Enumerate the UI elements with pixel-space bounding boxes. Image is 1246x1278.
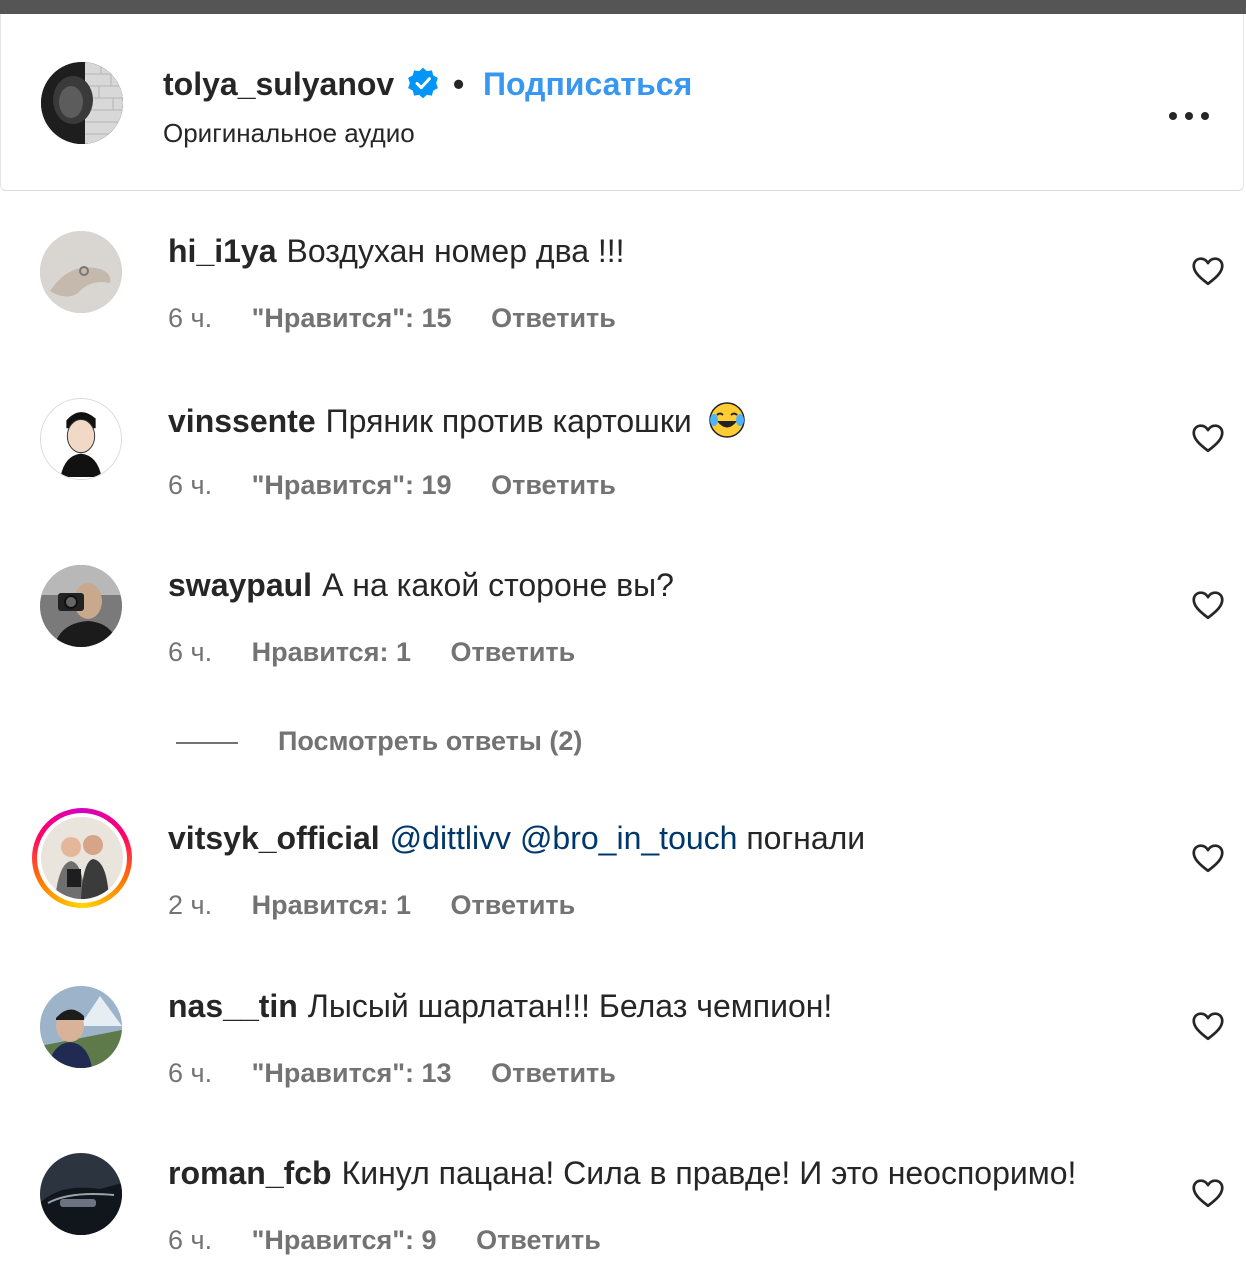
- comment-likes[interactable]: Нравится: 1: [252, 890, 411, 921]
- comment-time[interactable]: 6 ч.: [168, 1058, 212, 1089]
- reply-button[interactable]: Ответить: [491, 303, 616, 334]
- comment-item: nas__tin Лысый шарлатан!!! Белаз чемпион!…: [0, 986, 1246, 1136]
- owner-avatar[interactable]: [41, 62, 123, 144]
- comment-text: погнали: [746, 820, 866, 856]
- comment-likes[interactable]: "Нравится": 15: [252, 303, 452, 334]
- comment-time[interactable]: 6 ч.: [168, 303, 212, 334]
- post-header: tolya_sulyanov • Подписаться Оригинально…: [0, 14, 1244, 191]
- commenter-avatar[interactable]: [40, 565, 122, 647]
- view-replies-label: Посмотреть ответы (2): [278, 726, 583, 756]
- comment-likes[interactable]: "Нравится": 19: [252, 470, 452, 501]
- comment-username[interactable]: vitsyk_official: [168, 820, 380, 856]
- reply-button[interactable]: Ответить: [450, 637, 575, 668]
- reply-button[interactable]: Ответить: [491, 1058, 616, 1089]
- replies-divider: [176, 742, 238, 744]
- more-options-icon[interactable]: [1165, 92, 1213, 140]
- comment-likes[interactable]: "Нравится": 9: [252, 1225, 437, 1256]
- owner-username[interactable]: tolya_sulyanov: [163, 66, 394, 103]
- comment-time[interactable]: 6 ч.: [168, 637, 212, 668]
- comment-item: vitsyk_official @dittlivv @bro_in_touch п…: [0, 808, 1246, 968]
- commenter-avatar[interactable]: [40, 1153, 122, 1235]
- heart-icon[interactable]: [1190, 420, 1226, 456]
- comment-text: Лысый шарлатан!!! Белаз чемпион!: [307, 988, 833, 1024]
- mention-link[interactable]: @bro_in_touch: [520, 820, 738, 856]
- separator-dot: •: [453, 66, 465, 102]
- mention-link[interactable]: @dittlivv: [390, 820, 511, 856]
- commenter-avatar-story-ring[interactable]: [32, 808, 132, 908]
- window-top-bar: [0, 0, 1246, 14]
- reply-button[interactable]: Ответить: [491, 470, 616, 501]
- face-with-tears-of-joy-emoji: [708, 402, 745, 438]
- heart-icon[interactable]: [1190, 587, 1226, 623]
- comment-item: hi_i1ya Воздухан номер два !!! 6 ч. "Нрав…: [0, 231, 1246, 381]
- commenter-avatar[interactable]: [40, 398, 122, 480]
- reply-button[interactable]: Ответить: [476, 1225, 601, 1256]
- heart-icon[interactable]: [1190, 1008, 1226, 1044]
- comment-time[interactable]: 6 ч.: [168, 470, 212, 501]
- heart-icon[interactable]: [1190, 840, 1226, 876]
- comment-item: vinssente Пряник против картошки 6 ч. "Нр…: [0, 398, 1246, 548]
- comment-text: А на какой стороне вы?: [322, 567, 674, 603]
- heart-icon[interactable]: [1190, 253, 1226, 289]
- comment-username[interactable]: nas__tin: [168, 988, 298, 1024]
- comment-likes[interactable]: Нравится: 1: [252, 637, 411, 668]
- comment-text: Кинул пацана! Сила в правде! И это неосп…: [341, 1155, 1077, 1191]
- follow-button[interactable]: Подписаться: [483, 66, 692, 103]
- comment-username[interactable]: swaypaul: [168, 567, 312, 603]
- comment-username[interactable]: hi_i1ya: [168, 233, 277, 269]
- commenter-avatar[interactable]: [40, 231, 122, 313]
- comment-text: Пряник против картошки: [325, 403, 692, 439]
- comment-username[interactable]: vinssente: [168, 403, 316, 439]
- comment-time[interactable]: 2 ч.: [168, 890, 212, 921]
- comment-text: Воздухан номер два !!!: [286, 233, 625, 269]
- verified-badge-icon: [408, 67, 438, 99]
- reply-button[interactable]: Ответить: [450, 890, 575, 921]
- comment-item: roman_fcb Кинул пацана! Сила в правде! И …: [0, 1153, 1246, 1278]
- audio-label[interactable]: Оригинальное аудио: [163, 118, 415, 149]
- comment-likes[interactable]: "Нравится": 13: [252, 1058, 452, 1089]
- comment-time[interactable]: 6 ч.: [168, 1225, 212, 1256]
- commenter-avatar[interactable]: [40, 986, 122, 1068]
- heart-icon[interactable]: [1190, 1175, 1226, 1211]
- comment-username[interactable]: roman_fcb: [168, 1155, 332, 1191]
- comment-item: swaypaul А на какой стороне вы? 6 ч. Нрав…: [0, 565, 1246, 715]
